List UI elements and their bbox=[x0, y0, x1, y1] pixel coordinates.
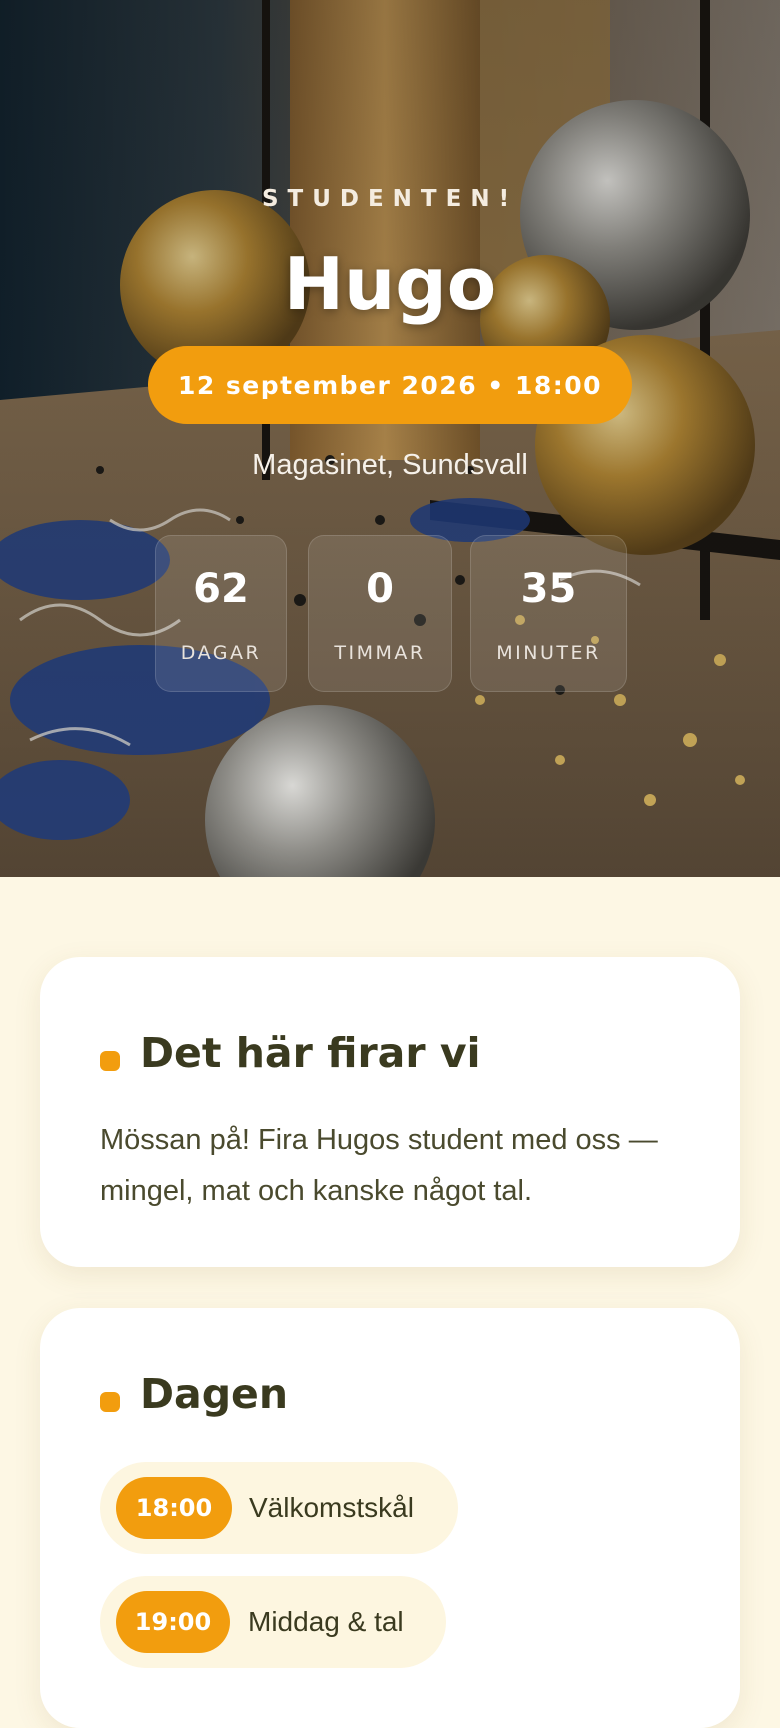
countdown-days-label: DAGAR bbox=[180, 642, 262, 664]
countdown-days: 62 DAGAR bbox=[155, 535, 287, 692]
date-time-text: 12 september 2026 • 18:00 bbox=[177, 370, 603, 400]
hero-banner: STUDENTEN! Hugo 12 september 2026 • 18:0… bbox=[0, 0, 780, 877]
schedule-item-label: Välkomstskål bbox=[249, 1492, 414, 1523]
schedule-time-badge: 18:00 bbox=[116, 1477, 232, 1539]
countdown-hours-label: TIMMAR bbox=[334, 642, 426, 664]
hero-kicker: STUDENTEN! bbox=[261, 186, 519, 212]
about-text: Mössan på! Fira Hugos student med oss — … bbox=[100, 1124, 658, 1207]
venue-text: Magasinet, Sundsvall bbox=[252, 449, 528, 481]
hero-content: STUDENTEN! Hugo 12 september 2026 • 18:0… bbox=[0, 0, 780, 877]
section-bullet-icon bbox=[100, 1392, 120, 1412]
schedule-item-label: Middag & tal bbox=[248, 1606, 404, 1637]
schedule-time-badge: 19:00 bbox=[116, 1591, 230, 1653]
countdown: 62 DAGAR 0 TIMMAR 35 MINUTER bbox=[0, 535, 780, 692]
celebrant-name: Hugo bbox=[283, 242, 497, 326]
countdown-minutes: 35 MINUTER bbox=[470, 535, 627, 692]
schedule-item: 18:00 Välkomstskål bbox=[100, 1462, 458, 1554]
countdown-minutes-value: 35 bbox=[520, 566, 577, 612]
section-bullet-icon bbox=[100, 1051, 120, 1071]
countdown-minutes-label: MINUTER bbox=[496, 642, 601, 664]
countdown-hours: 0 TIMMAR bbox=[308, 535, 452, 692]
about-card: Det här firar vi Mössan på! Fira Hugos s… bbox=[40, 957, 740, 1267]
date-time-badge: 12 september 2026 • 18:00 bbox=[148, 346, 632, 424]
schedule-card: Dagen 18:00 Välkomstskål 19:00 Middag & … bbox=[40, 1308, 740, 1728]
countdown-days-value: 62 bbox=[193, 566, 249, 612]
countdown-hours-value: 0 bbox=[366, 566, 394, 612]
about-title: Det här firar vi bbox=[140, 1029, 481, 1077]
schedule-title: Dagen bbox=[140, 1370, 289, 1418]
schedule-item: 19:00 Middag & tal bbox=[100, 1576, 446, 1668]
